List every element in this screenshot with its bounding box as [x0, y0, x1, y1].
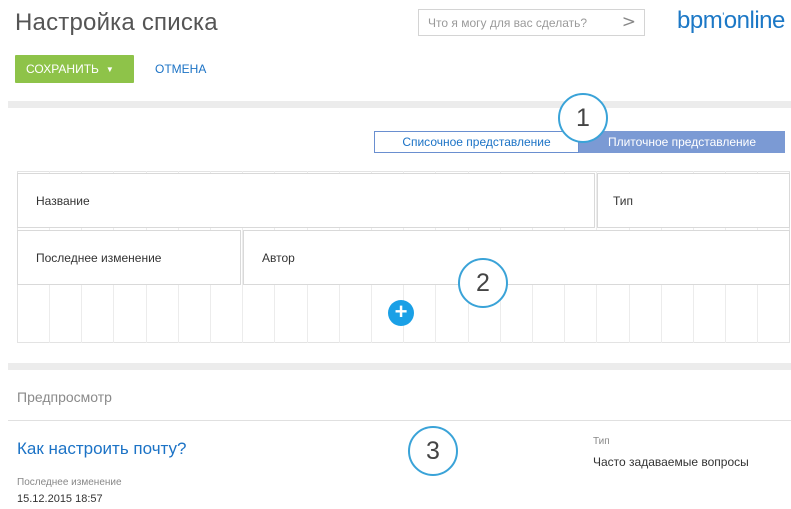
add-tile-button[interactable]: + — [388, 300, 414, 326]
logo-tail: online — [723, 7, 786, 34]
tile-view-button[interactable]: Плиточное представление — [579, 131, 785, 153]
preview-section-title: Предпросмотр — [17, 389, 112, 405]
command-search-input[interactable]: Что я могу для вас сделать? > — [418, 9, 645, 36]
type-value: Часто задаваемые вопросы — [593, 455, 749, 469]
tile-type[interactable]: Тип — [597, 173, 790, 228]
callout-marker: 1 — [558, 93, 608, 143]
caret-down-icon[interactable]: ▼ — [106, 65, 114, 74]
page-title: Настройка списка — [15, 9, 218, 36]
save-button-label: СОХРАНИТЬ — [26, 62, 99, 76]
section-divider — [8, 101, 791, 108]
logo: bpm'online — [677, 7, 785, 35]
callout-marker: 3 — [408, 426, 458, 476]
preview-divider — [8, 420, 791, 421]
cancel-button[interactable]: ОТМЕНА — [155, 62, 206, 76]
tile-name[interactable]: Название — [17, 173, 595, 228]
type-label: Тип — [593, 436, 610, 447]
section-divider — [8, 363, 791, 370]
preview-article-title[interactable]: Как настроить почту? — [17, 439, 187, 459]
search-placeholder: Что я могу для вас сделать? — [428, 16, 588, 30]
modified-label: Последнее изменение — [17, 477, 122, 488]
chevron-right-icon[interactable]: > — [622, 12, 636, 32]
save-button[interactable]: СОХРАНИТЬ ▼ — [15, 55, 134, 83]
logo-main: bpm — [677, 7, 723, 34]
callout-marker: 2 — [458, 258, 508, 308]
list-view-button[interactable]: Списочное представление — [374, 131, 579, 153]
tile-last-modified[interactable]: Последнее изменение — [17, 230, 241, 285]
modified-value: 15.12.2015 18:57 — [17, 493, 103, 505]
tile-author[interactable]: Автор — [243, 230, 790, 285]
